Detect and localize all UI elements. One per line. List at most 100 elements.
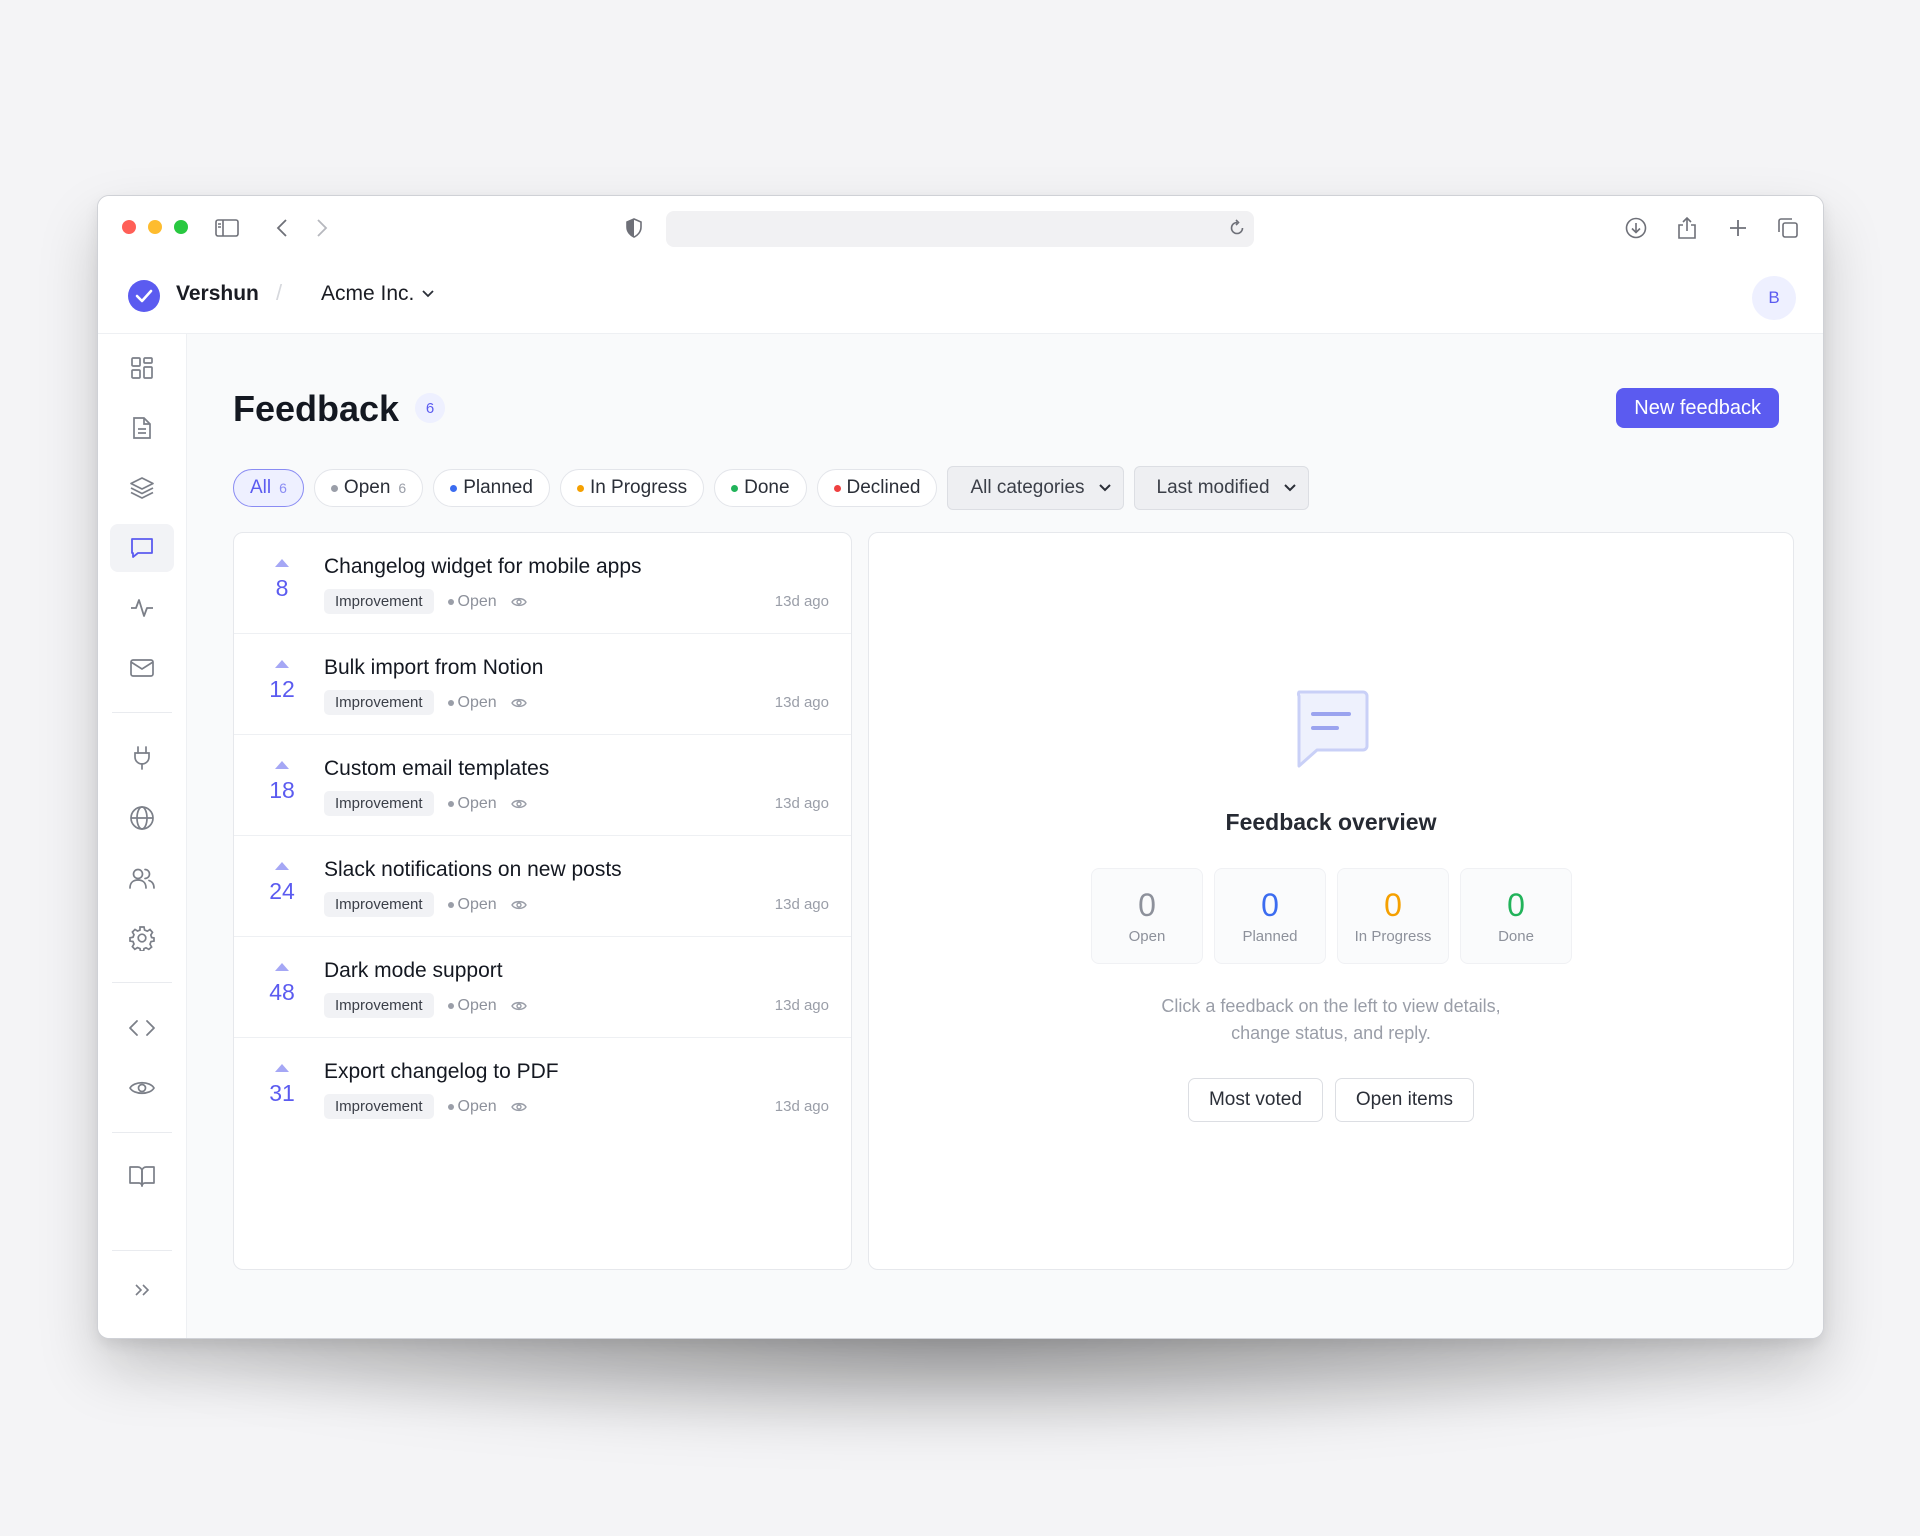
upvote-arrow-icon[interactable] <box>275 862 289 870</box>
sidebar-item-domains[interactable] <box>110 794 174 842</box>
visibility-eye-icon <box>510 899 527 911</box>
feedback-row[interactable]: 31 Export changelog to PDF Improvement O… <box>234 1038 851 1139</box>
vote-count: 12 <box>269 676 295 702</box>
status-dot <box>833 484 841 492</box>
zoom-window-button[interactable] <box>174 220 188 234</box>
sidebar-item-guide[interactable] <box>110 1152 174 1200</box>
category-tag: Improvement <box>324 993 434 1018</box>
feedback-meta: Improvement Open <box>324 589 527 614</box>
upvote-arrow-icon[interactable] <box>275 559 289 567</box>
sidebar-item-preview[interactable] <box>110 1064 174 1112</box>
code-icon <box>129 1020 155 1036</box>
browser-toolbar <box>98 196 1823 258</box>
category-tag: Improvement <box>324 892 434 917</box>
double-chevron-right-icon <box>135 1284 150 1296</box>
sidebar-item-mail[interactable] <box>110 644 174 692</box>
feedback-title: Export changelog to PDF <box>324 1060 559 1083</box>
vote-count: 48 <box>269 979 295 1005</box>
filter-chip-declined[interactable]: Declined <box>816 469 938 507</box>
minimize-window-button[interactable] <box>148 220 162 234</box>
traffic-lights <box>122 220 188 234</box>
brand-logo-icon[interactable] <box>128 280 160 312</box>
category-select[interactable]: All categories <box>947 466 1124 510</box>
feedback-count-badge: 6 <box>415 393 445 423</box>
filter-chip-open[interactable]: Open 6 <box>313 469 424 507</box>
most-voted-button[interactable]: Most voted <box>1187 1078 1323 1122</box>
reload-icon[interactable] <box>1228 219 1246 242</box>
status-label: Open <box>447 896 497 914</box>
status-dot <box>447 800 454 807</box>
feedback-row[interactable]: 8 Changelog widget for mobile apps Impro… <box>234 533 851 634</box>
downloads-icon[interactable] <box>1622 214 1650 242</box>
org-switcher[interactable]: Acme Inc. <box>321 282 435 306</box>
feedback-meta: Improvement Open <box>324 1094 527 1119</box>
share-icon[interactable] <box>1673 214 1701 242</box>
feedback-title: Dark mode support <box>324 959 503 982</box>
layers-icon <box>130 477 154 499</box>
forward-icon[interactable] <box>308 214 336 242</box>
sidebar-item-layers[interactable] <box>110 464 174 512</box>
sidebar-toggle-icon[interactable] <box>213 214 241 242</box>
sidebar-divider <box>112 1250 172 1251</box>
privacy-shield-icon[interactable] <box>620 214 648 242</box>
vote-count: 18 <box>269 777 295 803</box>
sidebar-item-activity[interactable] <box>110 584 174 632</box>
back-icon[interactable] <box>268 214 296 242</box>
filter-chip-in-progress[interactable]: In Progress <box>559 469 705 507</box>
sidebar-item-settings[interactable] <box>110 914 174 962</box>
upvote-arrow-icon[interactable] <box>275 660 289 668</box>
feedback-title: Slack notifications on new posts <box>324 858 622 881</box>
vote-count: 24 <box>269 878 295 904</box>
sidebar-divider <box>112 982 172 983</box>
sidebar-item-embed[interactable] <box>110 1004 174 1052</box>
new-feedback-button[interactable]: New feedback <box>1616 388 1779 428</box>
status-dot <box>447 901 454 908</box>
feedback-row[interactable]: 48 Dark mode support Improvement Open 13… <box>234 937 851 1038</box>
grid-icon <box>131 357 153 379</box>
visibility-eye-icon <box>510 1000 527 1012</box>
feedback-title: Changelog widget for mobile apps <box>324 555 642 578</box>
user-avatar[interactable]: B <box>1752 276 1796 320</box>
upvote-arrow-icon[interactable] <box>275 761 289 769</box>
users-icon <box>129 868 155 889</box>
feedback-list: 8 Changelog widget for mobile apps Impro… <box>233 532 852 1270</box>
feedback-row[interactable]: 12 Bulk import from Notion Improvement O… <box>234 634 851 735</box>
tab-overview-icon[interactable] <box>1774 214 1802 242</box>
app-header: Vershun / Acme Inc. B <box>98 258 1823 334</box>
address-bar[interactable] <box>666 211 1254 247</box>
sort-select[interactable]: Last modified <box>1133 466 1309 510</box>
stat-label: In Progress <box>1354 928 1432 945</box>
stat-label: Planned <box>1242 928 1298 945</box>
filter-chip-done[interactable]: Done <box>714 469 807 507</box>
category-tag: Improvement <box>324 791 434 816</box>
sidebar-expand-button[interactable] <box>110 1266 174 1314</box>
gear-icon <box>129 926 155 951</box>
filter-chip-planned[interactable]: Planned <box>433 469 550 507</box>
close-window-button[interactable] <box>122 220 136 234</box>
sidebar-item-feedback[interactable] <box>110 524 174 572</box>
sidebar-item-dashboard[interactable] <box>110 344 174 392</box>
filter-chip-all[interactable]: All 6 <box>233 469 304 507</box>
overview-help-text: Click a feedback on the left to view det… <box>1161 996 1501 1043</box>
document-icon <box>133 417 151 439</box>
upvote-arrow-icon[interactable] <box>275 1064 289 1072</box>
feedback-overview-panel: Feedback overview 0 Open 0 Planned 0 In … <box>868 532 1794 1270</box>
stat-value: 0 <box>1261 887 1279 923</box>
new-tab-icon[interactable] <box>1724 214 1752 242</box>
feedback-meta: Improvement Open <box>324 690 527 715</box>
timestamp: 13d ago <box>774 593 829 610</box>
page-title: Feedback <box>233 388 400 429</box>
sidebar-item-users[interactable] <box>110 854 174 902</box>
feedback-row[interactable]: 24 Slack notifications on new posts Impr… <box>234 836 851 937</box>
status-stats: 0 Open 0 Planned 0 In Progress 0 Done <box>1091 868 1572 964</box>
feedback-title: Bulk import from Notion <box>324 656 544 679</box>
sidebar-item-docs[interactable] <box>110 404 174 452</box>
brand-name[interactable]: Vershun <box>176 282 259 306</box>
stat-label: Done <box>1498 928 1534 945</box>
sidebar-item-integrations[interactable] <box>110 734 174 782</box>
status-dot <box>330 484 338 492</box>
feedback-row[interactable]: 18 Custom email templates Improvement Op… <box>234 735 851 836</box>
upvote-arrow-icon[interactable] <box>275 963 289 971</box>
open-items-button[interactable]: Open items <box>1334 1078 1475 1122</box>
status-label: Open <box>447 593 497 611</box>
